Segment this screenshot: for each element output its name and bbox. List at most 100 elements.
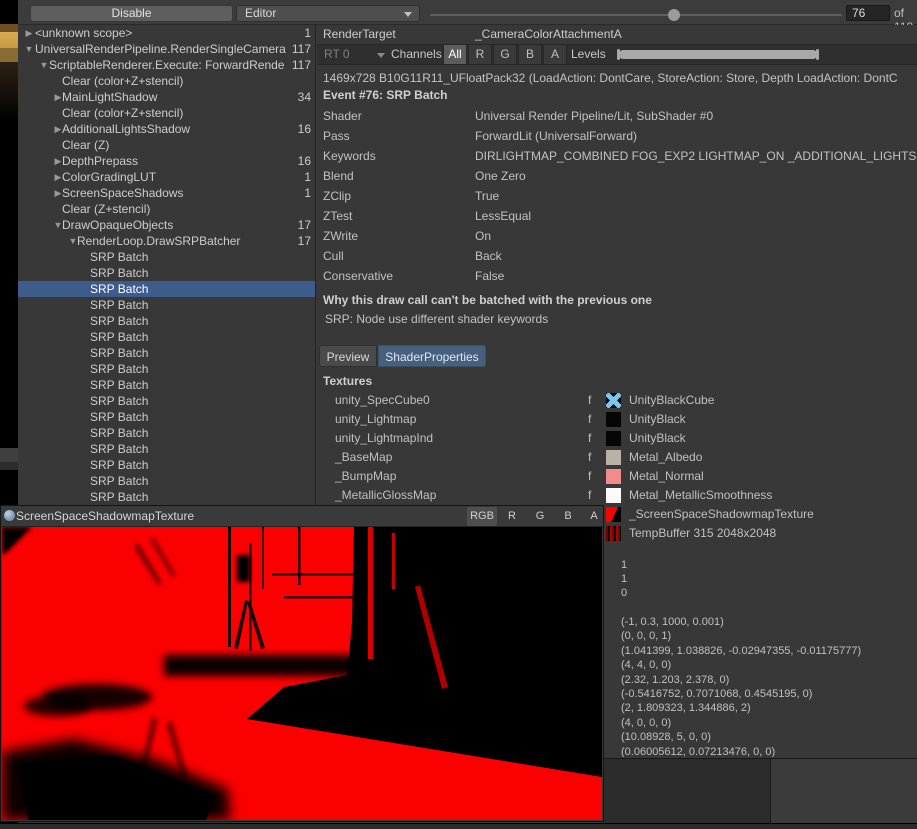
preview-channel-button-b[interactable]: B [557, 507, 579, 526]
event-slider-track[interactable] [430, 14, 842, 16]
tree-row[interactable]: SRP Batch [18, 297, 316, 313]
tree-row[interactable]: Clear (color+Z+stencil) [18, 105, 316, 121]
vector-value: (0.06005612, 0.07213476, 0, 0) [621, 745, 917, 757]
event-slider-handle[interactable] [668, 9, 680, 21]
tree-item-label: SRP Batch [90, 281, 286, 297]
tree-item-label: SRP Batch [90, 249, 286, 265]
texture-thumbnail-metallic-icon [606, 488, 621, 503]
detail-row: ZWriteOn [317, 226, 917, 246]
channel-button-g[interactable]: G [493, 45, 517, 64]
vector-value: (2.32, 1.203, 2.378, 0) [621, 673, 917, 687]
channel-button-all[interactable]: All [443, 45, 467, 64]
tree-row[interactable]: Clear (color+Z+stencil) [18, 73, 316, 89]
tree-item-label: ScreenSpaceShadows [62, 185, 286, 201]
tree-row[interactable]: SRP Batch [18, 313, 316, 329]
tree-item-label: SRP Batch [90, 409, 286, 425]
detail-row: ZTestLessEqual [317, 206, 917, 226]
tree-row[interactable]: ▶MainLightShadow34 [18, 89, 316, 105]
tree-row[interactable]: SRP Batch [18, 473, 316, 489]
vector-value: (1.041399, 1.038826, -0.02947355, -0.011… [621, 644, 917, 658]
tree-row[interactable]: ▼ScriptableRenderer.Execute: ForwardRend… [18, 57, 316, 73]
vector-value: (4, 0, 0, 0) [621, 716, 917, 730]
tree-row[interactable]: SRP Batch [18, 249, 316, 265]
detail-label: ZWrite [323, 226, 358, 246]
channel-button-r[interactable]: R [468, 45, 492, 64]
disable-button[interactable]: Disable [30, 5, 233, 22]
render-target-value: _CameraColorAttachmentA [475, 25, 622, 44]
texture-preview-titlebar[interactable]: ScreenSpaceShadowmapTexture RGBRGBA [1, 506, 603, 527]
detail-label: Pass [323, 126, 350, 146]
tree-row[interactable]: ▶DepthPrepass16 [18, 153, 316, 169]
target-dropdown[interactable]: Editor [236, 5, 420, 22]
texture-row: _BaseMapfMetal_Albedo [317, 448, 917, 467]
render-target-label: RenderTarget [323, 25, 396, 44]
channel-button-a[interactable]: A [543, 45, 567, 64]
chevron-down-icon [377, 53, 385, 58]
tree-row[interactable]: SRP Batch [18, 457, 316, 473]
tab-preview[interactable]: Preview [319, 345, 377, 367]
tree-item-label: SRP Batch [90, 489, 286, 505]
vector-value: (4, 4, 0, 0) [621, 658, 917, 672]
levels-slider[interactable] [619, 50, 817, 59]
tree-row[interactable]: SRP Batch [18, 329, 316, 345]
tree-row[interactable]: ▼UniversalRenderPipeline.RenderSingleCam… [18, 41, 316, 57]
texture-thumbnail-albedo-icon [606, 450, 621, 465]
channel-button-b[interactable]: B [518, 45, 542, 64]
texture-flag: f [588, 429, 591, 448]
tree-row[interactable]: SRP Batch [18, 489, 316, 505]
tree-item-count: 16 [285, 121, 311, 137]
tree-row[interactable]: SRP Batch [18, 265, 316, 281]
window-bottom-edge [0, 823, 917, 829]
tree-row[interactable]: ▶ColorGradingLUT1 [18, 169, 316, 185]
tree-row[interactable]: SRP Batch [18, 345, 316, 361]
detail-value: Back [475, 246, 502, 266]
rt-index-dropdown[interactable]: RT 0 [324, 45, 350, 64]
detail-row: PassForwardLit (UniversalForward) [317, 126, 917, 146]
texture-asset-name: Metal_MetallicSmoothness [629, 486, 772, 505]
vector-value: (2, 1.809323, 1.344886, 2) [621, 701, 917, 715]
texture-thumbnail-tempbuffer-icon [606, 526, 621, 541]
tree-row[interactable]: ▼RenderLoop.DrawSRPBatcher17 [18, 233, 316, 249]
event-number-input[interactable]: 76 [846, 5, 890, 21]
tree-row[interactable]: SRP Batch [18, 377, 316, 393]
tree-item-count: 17 [285, 217, 311, 233]
surface-info: 1469x728 B10G11R11_UFloatPack32 (LoadAct… [323, 71, 917, 85]
event-title: Event #76: SRP Batch [323, 88, 448, 102]
preview-channel-button-rgb[interactable]: RGB [467, 507, 497, 526]
texture-row: unity_LightmapIndfUnityBlack [317, 429, 917, 448]
preview-channel-button-g[interactable]: G [529, 507, 551, 526]
tree-row[interactable]: ▶ScreenSpaceShadows1 [18, 185, 316, 201]
tree-row[interactable]: Clear (Z+stencil) [18, 201, 316, 217]
detail-value: False [475, 266, 504, 286]
tree-row[interactable]: ▶<unknown scope>1 [18, 25, 316, 41]
tree-row[interactable]: Clear (Z) [18, 137, 316, 153]
texture-thumbnail-black-icon [606, 431, 621, 446]
tree-row[interactable]: SRP Batch [18, 361, 316, 377]
texture-property-name: _BaseMap [335, 448, 392, 467]
tree-item-count: 16 [285, 153, 311, 169]
event-tree-panel: ▶<unknown scope>1▼UniversalRenderPipelin… [18, 25, 316, 505]
texture-row: _MetallicGlossMapfMetal_MetallicSmoothne… [317, 486, 917, 505]
detail-value: One Zero [475, 166, 526, 186]
preview-channel-button-a[interactable]: A [585, 507, 603, 526]
texture-flag: f [588, 486, 591, 505]
channels-label: Channels [391, 45, 442, 64]
tree-row[interactable]: SRP Batch [18, 393, 316, 409]
tree-row[interactable]: SRP Batch [18, 441, 316, 457]
tree-row[interactable]: ▼DrawOpaqueObjects17 [18, 217, 316, 233]
tree-item-label: RenderLoop.DrawSRPBatcher [77, 233, 286, 249]
tree-item-label: SRP Batch [90, 441, 286, 457]
preview-channel-button-r[interactable]: R [501, 507, 523, 526]
tab-shaderproperties[interactable]: ShaderProperties [378, 345, 486, 367]
tree-item-label: SRP Batch [90, 313, 286, 329]
tree-item-label: SRP Batch [90, 329, 286, 345]
tree-row[interactable]: SRP Batch [18, 425, 316, 441]
batch-break-reason: SRP: Node use different shader keywords [325, 312, 548, 326]
detail-row: BlendOne Zero [317, 166, 917, 186]
foldout-open-icon[interactable]: ▼ [23, 41, 35, 57]
tree-row[interactable]: SRP Batch [18, 281, 316, 297]
foldout-closed-icon[interactable]: ▶ [23, 25, 35, 41]
detail-label: ZClip [323, 186, 351, 206]
tree-row[interactable]: ▶AdditionalLightsShadow16 [18, 121, 316, 137]
tree-row[interactable]: SRP Batch [18, 409, 316, 425]
